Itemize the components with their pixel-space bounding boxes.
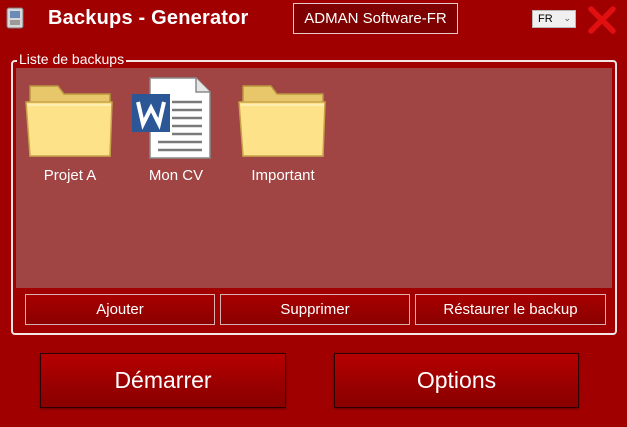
restore-backup-button[interactable]: Réstaurer le backup bbox=[415, 294, 606, 325]
add-button[interactable]: Ajouter bbox=[25, 294, 215, 325]
app-icon bbox=[6, 7, 24, 29]
backup-item-projet-a[interactable]: Projet A bbox=[24, 72, 116, 188]
backup-item-mon-cv[interactable]: Mon CV bbox=[130, 72, 222, 188]
backup-item-label: Important bbox=[251, 167, 315, 184]
language-value: FR bbox=[538, 13, 553, 25]
backup-item-important[interactable]: Important bbox=[237, 72, 329, 188]
backup-item-label: Projet A bbox=[43, 167, 97, 184]
language-select[interactable]: FR ⌄ bbox=[532, 10, 576, 28]
chevron-down-icon: ⌄ bbox=[563, 13, 571, 23]
backup-list-title: Liste de backups bbox=[17, 51, 127, 67]
company-label: ADMAN Software-FR bbox=[293, 3, 458, 34]
close-icon[interactable] bbox=[586, 4, 618, 36]
backup-item-label: Mon CV bbox=[148, 167, 204, 184]
backup-list[interactable]: Projet A Mon CV Important bbox=[16, 68, 612, 288]
options-button[interactable]: Options bbox=[334, 353, 579, 408]
word-document-icon bbox=[132, 77, 211, 159]
folder-icon bbox=[25, 85, 113, 157]
folder-icon bbox=[238, 85, 326, 157]
start-button[interactable]: Démarrer bbox=[40, 353, 286, 408]
app-title: Backups - Generator bbox=[48, 7, 249, 29]
delete-button[interactable]: Supprimer bbox=[220, 294, 410, 325]
